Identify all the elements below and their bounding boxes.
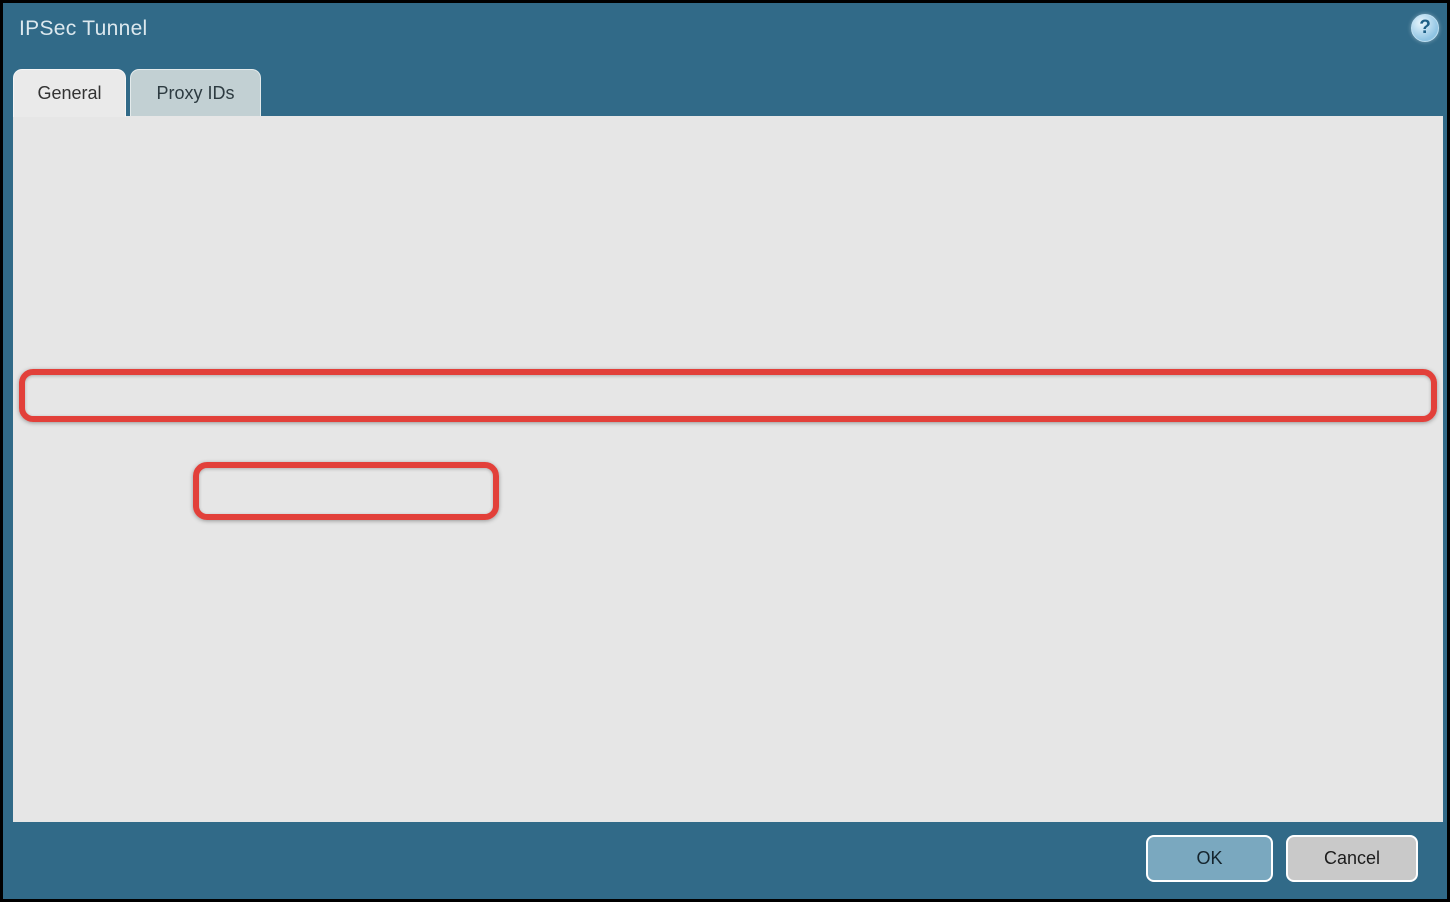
ipsec-tunnel-dialog: IPSec Tunnel ? General Proxy IDs Name Tu… xyxy=(0,0,1450,902)
general-tab-panel xyxy=(13,116,1443,822)
help-icon[interactable]: ? xyxy=(1411,14,1439,42)
dialog-title: IPSec Tunnel xyxy=(19,17,148,41)
ok-button[interactable]: OK xyxy=(1146,835,1273,882)
cancel-button[interactable]: Cancel xyxy=(1286,835,1418,882)
tab-general[interactable]: General xyxy=(13,69,126,117)
tab-proxy-ids[interactable]: Proxy IDs xyxy=(130,69,261,117)
